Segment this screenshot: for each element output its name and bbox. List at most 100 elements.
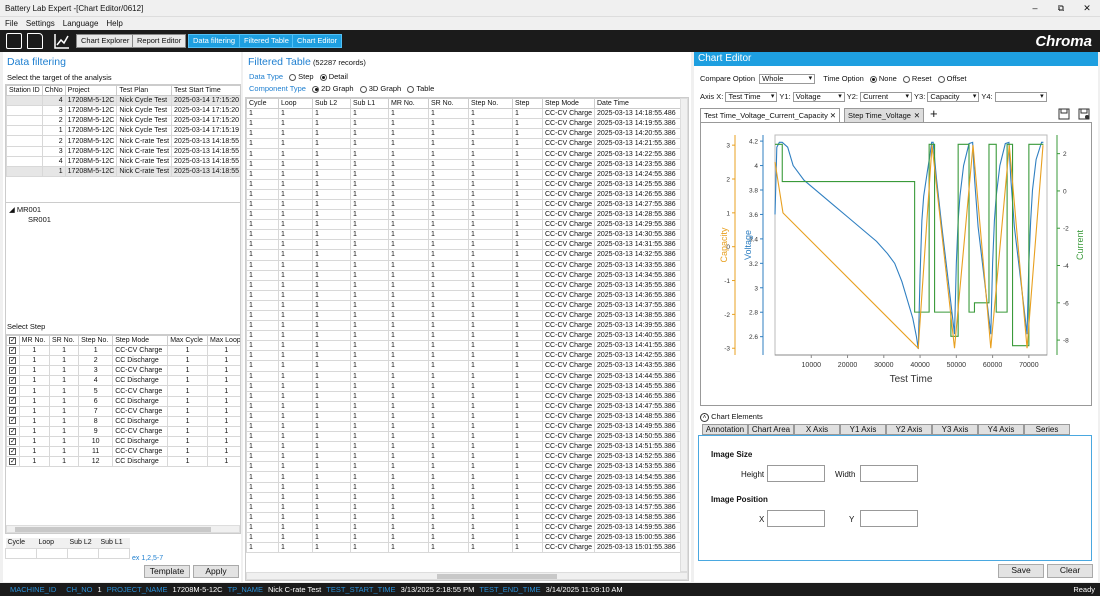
time-reset-radio[interactable] [902,75,910,83]
table-row[interactable]: 1 1 1 1 1 1 1 1 CC-CV Charge 2025-03-13 14:38:55.… [246,309,683,322]
checkbox[interactable] [9,367,16,375]
column-header[interactable]: Step [512,98,543,110]
filter-input[interactable] [98,547,130,559]
row-checkbox-cell[interactable] [6,395,20,407]
table-row[interactable]: 119CC-CV Charge11 [6,425,240,437]
table-row[interactable]: 114CC Discharge11 [6,375,240,387]
table-row[interactable]: 3 17208M-5-12C Nick C-rate Test 2025-03-13 … [6,145,240,157]
column-header[interactable]: Date Time [594,98,683,110]
column-header[interactable]: Sub L1 [350,98,389,110]
table-row[interactable]: 1 1 1 1 1 1 1 1 CC-CV Charge 2025-03-13 14:58:55.… [246,511,683,523]
height-input[interactable] [767,465,825,482]
open-folder-icon[interactable] [27,33,43,49]
element-tab[interactable]: Y1 Axis [840,424,886,435]
checkbox[interactable] [9,448,16,456]
2d-graph-radio[interactable] [312,85,320,93]
time-none-radio[interactable] [869,75,877,83]
apply-button[interactable]: Apply [193,565,239,578]
row-checkbox-cell[interactable] [6,375,20,387]
step-radio[interactable] [289,73,297,81]
column-header[interactable]: MR No. [388,98,429,110]
menu-language[interactable]: Language [63,17,99,30]
y-input[interactable] [860,510,918,527]
table-row[interactable]: 1 1 1 1 1 1 1 1 CC-CV Charge 2025-03-13 14:39:55.… [246,320,683,332]
clear-button[interactable]: Clear [1047,564,1093,578]
checkbox[interactable] [9,357,16,365]
row-checkbox-cell[interactable] [6,365,20,377]
filtered-table-button[interactable]: Filtered Table [239,34,294,48]
table-row[interactable]: 1 1 1 1 1 1 1 1 CC-CV Charge 2025-03-13 14:20:55.… [246,128,683,140]
column-header[interactable]: Test Plan [116,85,173,97]
table-row[interactable]: 1 1 1 1 1 1 1 1 CC-CV Charge 2025-03-13 14:19:55.… [246,118,683,130]
element-tab[interactable]: Y2 Axis [886,424,932,435]
y3-select[interactable]: Capacity [927,92,980,103]
filter-input[interactable] [36,547,68,559]
table-row[interactable]: 1111CC-CV Charge11 [6,446,240,458]
table-row[interactable]: 1 1 1 1 1 1 1 1 CC-CV Charge 2025-03-13 14:35:55.… [246,279,683,291]
column-header[interactable]: Station ID [6,85,43,97]
table-row[interactable]: 1 1 1 1 1 1 1 1 CC-CV Charge 2025-03-13 14:48:55.… [246,410,683,423]
compare-option-select[interactable]: Whole [759,74,816,85]
table-row[interactable]: 1 1 1 1 1 1 1 1 CC-CV Charge 2025-03-13 14:56:55.… [246,491,683,503]
row-checkbox-cell[interactable] [6,456,20,468]
row-checkbox-cell[interactable] [6,405,20,417]
row-checkbox-cell[interactable] [6,425,20,437]
column-header[interactable]: Step No. [468,98,513,110]
table-row[interactable]: 1 1 1 1 1 1 1 1 CC-CV Charge 2025-03-13 15:00:55.… [246,532,683,544]
column-header[interactable]: SR No. [428,98,469,110]
3d-graph-radio[interactable] [359,85,367,93]
template-button[interactable]: Template [144,565,190,578]
menu-help[interactable]: Help [106,17,122,30]
y2-select[interactable]: Current [860,92,913,103]
table-row[interactable]: 1 1 1 1 1 1 1 1 CC-CV Charge 2025-03-13 14:49:55.… [246,420,683,433]
row-checkbox-cell[interactable] [6,385,20,397]
table-row[interactable]: 1 17208M-5-12C Nick C-rate Test 2025-03-13 … [6,165,240,177]
tree-item-child[interactable]: SR001 [28,215,51,224]
table-row[interactable]: 1 1 1 1 1 1 1 1 CC-CV Charge 2025-03-13 14:36:55.… [246,289,683,301]
table-row[interactable]: 1 1 1 1 1 1 1 1 CC-CV Charge 2025-03-13 14:22:55.… [246,148,683,160]
element-tab[interactable]: Chart Area [748,424,794,435]
series-line-capacity[interactable] [774,145,1044,350]
table-row[interactable]: 111CC-CV Charge11 [6,345,240,357]
table-row[interactable]: 1 1 1 1 1 1 1 1 CC-CV Charge 2025-03-13 14:50:55.… [246,431,683,443]
horizontal-scrollbar[interactable] [246,572,688,580]
table-row[interactable]: 1 1 1 1 1 1 1 1 CC-CV Charge 2025-03-13 14:37:55.… [246,299,683,311]
table-row[interactable]: 1 1 1 1 1 1 1 1 CC-CV Charge 2025-03-13 14:34:55.… [246,269,683,281]
column-header[interactable]: ChNo [41,85,66,97]
table-row[interactable]: 1 1 1 1 1 1 1 1 CC-CV Charge 2025-03-13 14:44:55.… [246,370,683,382]
column-header[interactable]: Project [64,85,118,97]
table-row[interactable]: 1 1 1 1 1 1 1 1 CC-CV Charge 2025-03-13 14:41:55.… [246,340,683,352]
chart-editor-button[interactable]: Chart Editor [292,34,343,48]
table-radio[interactable] [407,85,415,93]
table-row[interactable]: 113CC-CV Charge11 [6,365,240,377]
table-row[interactable]: 1 1 1 1 1 1 1 1 CC-CV Charge 2025-03-13 14:54:55.… [246,471,683,483]
filter-input[interactable] [5,547,37,559]
table-row[interactable]: 1 1 1 1 1 1 1 1 CC-CV Charge 2025-03-13 14:40:55.… [246,330,683,342]
filter-input[interactable] [67,547,99,559]
minimize-button[interactable]: – [1022,0,1048,17]
checkbox[interactable] [9,417,16,425]
element-tab[interactable]: Series [1024,424,1070,435]
axis-x-select[interactable]: Test Time [725,92,778,103]
table-row[interactable]: 1 1 1 1 1 1 1 1 CC-CV Charge 2025-03-13 14:45:55.… [246,380,683,392]
tab-chart-2[interactable]: Step Time_Voltage ✕ [844,108,924,122]
close-tab-icon[interactable]: ✕ [830,109,836,122]
table-row[interactable]: 1 1 1 1 1 1 1 1 CC-CV Charge 2025-03-13 14:24:55.… [246,168,683,180]
row-checkbox-cell[interactable] [6,446,20,458]
table-row[interactable]: 1 1 1 1 1 1 1 1 CC-CV Charge 2025-03-13 14:47:55.… [246,400,683,412]
table-row[interactable]: 4 17208M-5-12C Nick C-rate Test 2025-03-13 … [6,155,240,167]
column-header[interactable]: Test Start Time [171,85,240,97]
new-file-icon[interactable] [6,33,22,49]
checkbox[interactable] [9,458,16,466]
add-tab-icon[interactable]: + [930,106,938,121]
menu-settings[interactable]: Settings [26,17,55,30]
column-header[interactable]: Cycle [246,98,279,110]
table-row[interactable]: 1 1 1 1 1 1 1 1 CC-CV Charge 2025-03-13 14:55:55.… [246,481,683,493]
save-as-icon[interactable] [1078,108,1090,120]
table-row[interactable]: 4 17208M-5-12C Nick Cycle Test 2025-03-14 1… [6,95,240,107]
column-header[interactable]: Max Loop [206,335,240,347]
row-checkbox-cell[interactable] [6,355,20,367]
chart-icon[interactable] [54,33,70,49]
table-row[interactable]: 1 1 1 1 1 1 1 1 CC-CV Charge 2025-03-13 14:26:55.… [246,188,683,200]
table-row[interactable]: 2 17208M-5-12C Nick C-rate Test 2025-03-13 … [6,135,240,147]
